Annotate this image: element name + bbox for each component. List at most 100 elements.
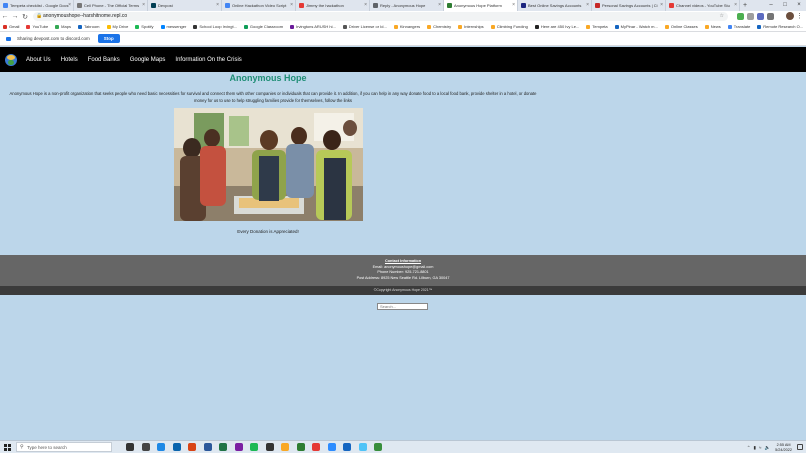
battery-icon[interactable]: ▮ [754,445,756,451]
extensions-puzzle-icon[interactable] [767,13,774,20]
new-tab-icon[interactable]: + [740,0,750,11]
taskbar-search-box[interactable]: ⚲ Type here to search [16,442,112,452]
excel-icon[interactable] [219,443,227,451]
close-tab-icon[interactable]: × [364,0,367,11]
close-tab-icon[interactable]: × [142,0,145,11]
browser-tab[interactable]: Anonymous Hope Platform × [444,0,518,11]
bookmark-item[interactable]: Online Classes [664,24,698,29]
browser-tab[interactable]: Reply - Anonymous Hope × [370,0,444,11]
extension-icon[interactable] [747,13,754,20]
nav-link-google-maps[interactable]: Google Maps [130,57,166,63]
nav-link-information-on-the-crisis[interactable]: Information On the Crisis [175,57,241,63]
photos-icon[interactable] [358,443,367,451]
notifications-icon[interactable] [797,444,803,450]
bookmark-item[interactable]: Google Classroom [243,24,283,29]
bookmark-item[interactable]: School Loop Irvingt... [193,24,237,29]
forward-icon[interactable]: → [10,13,20,20]
word-icon[interactable] [203,443,212,451]
bookmark-item[interactable]: My Drive [106,24,128,29]
bookmark-label: Irvingtons ARUSH hi... [296,24,336,29]
browser-tab[interactable]: Devpost × [148,0,222,11]
close-tab-icon[interactable]: × [290,0,293,11]
contact-address: Post Address: 8925 New Seattle Rd. Lilbu… [356,275,450,280]
terminal-icon[interactable] [265,443,274,451]
app-icon-purple[interactable] [234,443,243,451]
bookmark-item[interactable]: Driver License or Id... [342,24,387,29]
tab-favicon-icon [151,3,156,8]
reload-icon[interactable]: ↻ [20,13,30,21]
minimize-icon[interactable]: – [764,0,778,11]
back-icon[interactable]: ← [0,13,10,20]
browser-tab[interactable]: Cell Phone - The Official Terms × [74,0,148,11]
bookmark-star-icon[interactable]: ☆ [720,12,724,21]
bookmark-label: Maps [61,24,71,29]
extension-icon[interactable] [737,13,744,20]
task-view-icon[interactable] [141,443,150,451]
office-icon[interactable] [188,443,196,451]
browser-menu-icon[interactable]: ⋮ [796,11,803,22]
stop-sharing-button[interactable]: Stop [97,34,120,43]
bookmark-item[interactable]: YouTube [26,24,48,29]
bookmark-item[interactable]: Gmail [3,24,19,29]
pin-icon[interactable] [374,443,382,451]
tab-title: Tempeta checklist - Google Docs [10,3,69,8]
bookmark-item[interactable]: Translate [727,24,750,29]
bookmark-item[interactable]: Tempeta [586,24,608,29]
spotify-icon[interactable] [250,443,258,451]
bookmark-item[interactable]: messenger [160,24,186,29]
close-tab-icon[interactable]: × [586,0,589,11]
chrome-icon[interactable] [312,443,320,451]
browser-tab[interactable]: Jimmy the hackathon × [296,0,370,11]
maximize-icon[interactable]: □ [778,0,792,11]
intro-paragraph: Anonymous Hope is a non-profit organizat… [9,91,537,103]
extension-icon[interactable] [757,13,764,20]
bookmark-item[interactable]: Maps [55,24,71,29]
close-tab-icon[interactable]: × [216,0,219,11]
close-window-icon[interactable]: × [792,0,806,11]
zoom-icon[interactable] [327,443,336,451]
nav-link-about-us[interactable]: About Us [26,57,51,63]
bookmark-item[interactable]: Kinnangers [393,24,420,29]
url-text: anonymoushope--harshitnome.repl.co [43,13,128,19]
close-tab-icon[interactable]: × [438,0,441,11]
wifi-icon[interactable]: ≈ [759,445,761,450]
profile-avatar[interactable] [786,12,794,20]
url-input[interactable]: 🔒 anonymoushope--harshitnome.repl.co ☆ [33,12,728,21]
search-input[interactable] [377,303,428,310]
nav-link-hotels[interactable]: Hotels [61,57,78,63]
bookmark-item[interactable]: Internships [458,24,484,29]
bookmark-item[interactable]: Tabroom [77,24,100,29]
bookmark-item[interactable]: MyPinar - Watch m... [614,24,658,29]
mail-icon[interactable] [172,443,181,451]
app-icon-blue[interactable] [343,443,351,451]
windows-start-icon[interactable] [4,443,11,451]
chevron-up-icon[interactable]: ⌃ [747,445,751,451]
close-tab-icon[interactable]: × [660,0,663,11]
app-icon-green[interactable] [296,443,305,451]
site-logo[interactable] [5,53,17,66]
browser-tab[interactable]: Online Hackathon Video Script × [222,0,296,11]
tab-title: Online Hackathon Video Script [232,3,287,8]
close-tab-icon[interactable]: × [512,0,515,11]
taskbar-clock[interactable]: 2:55 AM 5/24/2022 [775,443,792,452]
bookmark-item[interactable]: Chemistry [427,24,451,29]
cortana-icon[interactable] [126,443,134,451]
bookmark-item[interactable]: News [704,24,721,29]
bookmark-item[interactable]: Climbing Funding [490,24,528,29]
bookmark-item[interactable]: Irvingtons ARUSH hi... [290,24,336,29]
bookmark-item[interactable]: Spotify [135,24,154,29]
close-tab-icon[interactable]: × [734,0,737,11]
browser-tab[interactable]: Personal Savings Accounts | Ci × [592,0,666,11]
file-explorer-icon[interactable] [281,443,289,451]
browser-tab[interactable]: Best Online Savings Accounts × [518,0,592,11]
volume-icon[interactable]: 🔈 [764,445,770,451]
browser-tab[interactable]: Channel videos - YouTube Stu × [666,0,740,11]
close-tab-icon[interactable]: × [68,0,71,11]
bookmark-label: Climbing Funding [496,24,528,29]
bookmark-label: Chemistry [433,24,452,29]
bookmark-item[interactable]: Here are 450 Ivy Le... [534,24,579,29]
browser-tab[interactable]: Tempeta checklist - Google Docs × [0,0,74,11]
nav-link-food-banks[interactable]: Food Banks [88,57,120,63]
bookmark-item[interactable]: Remote Research O... [757,24,803,29]
edge-icon[interactable] [157,443,165,451]
